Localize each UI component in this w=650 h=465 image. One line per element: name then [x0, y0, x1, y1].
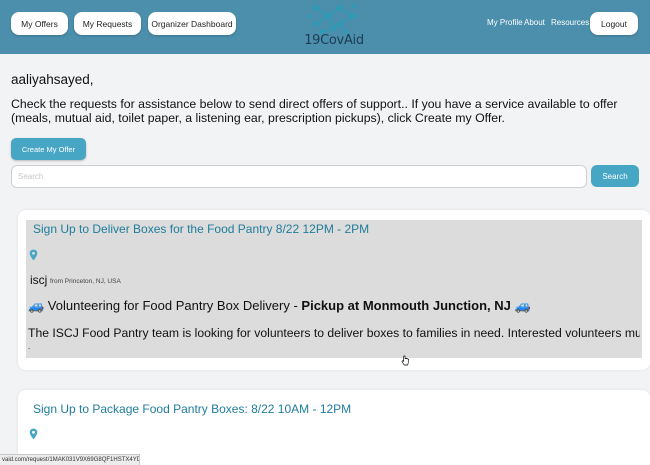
logout-button[interactable]: Logout	[590, 12, 638, 35]
organizer-dashboard-button[interactable]: Organizer Dashboard	[148, 12, 236, 35]
logo-text: 19CovAid	[304, 33, 364, 48]
search-button[interactable]: Search	[591, 165, 639, 187]
request-headline-bold: Pickup at Monmouth Junction, NJ 🚙	[301, 298, 531, 313]
mouse-pointer-icon	[401, 355, 409, 366]
search-input[interactable]	[11, 165, 587, 188]
top-navigation-bar: My Offers My Requests Organizer Dashboar…	[0, 0, 650, 54]
create-my-offer-button[interactable]: Create My Offer	[11, 138, 86, 160]
request-title[interactable]: Sign Up to Deliver Boxes for the Food Pa…	[33, 222, 369, 236]
organization-name: iscj	[30, 273, 48, 287]
site-logo[interactable]: 19CovAid	[302, 2, 366, 52]
about-link[interactable]: About	[524, 18, 545, 27]
my-offers-button[interactable]: My Offers	[11, 12, 68, 35]
logo-network-icon	[308, 4, 356, 35]
request-description: The ISCJ Food Pantry team is looking for…	[28, 326, 640, 340]
browser-status-url: vaid.com/request/1MAK031V9X69G8QF1HSTX4Y…	[0, 454, 140, 465]
my-profile-link[interactable]: My Profile	[487, 18, 523, 27]
resources-link[interactable]: Resources	[551, 18, 589, 27]
request-title[interactable]: Sign Up to Package Food Pantry Boxes: 8/…	[33, 402, 351, 416]
map-pin-icon	[29, 428, 38, 440]
request-headline: 🚙 Volunteering for Food Pantry Box Deliv…	[28, 298, 531, 314]
my-requests-button[interactable]: My Requests	[74, 12, 141, 35]
map-pin-icon	[29, 249, 38, 261]
intro-text: Check the requests for assistance below …	[11, 97, 618, 125]
user-greeting: aaliyahsayed,	[11, 72, 94, 87]
description-truncation: .	[28, 342, 31, 351]
organization-location: from Princeton, NJ, USA	[50, 278, 121, 285]
request-headline-text: 🚙 Volunteering for Food Pantry Box Deliv…	[28, 298, 302, 313]
